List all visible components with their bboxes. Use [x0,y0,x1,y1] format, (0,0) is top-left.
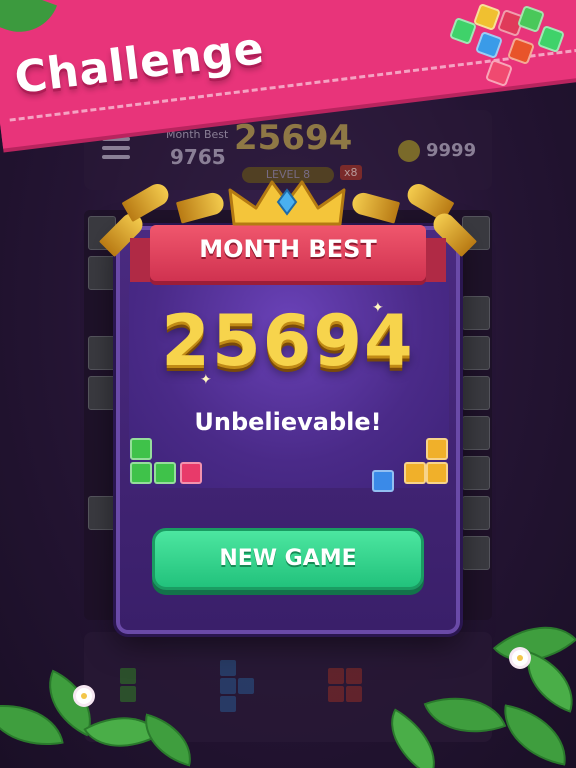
gem-icon [130,438,152,460]
board-cell [88,336,116,370]
gem-icon [154,462,176,484]
gem-icon [426,462,448,484]
sparkle-icon: ✦ [200,372,212,388]
new-game-button[interactable]: NEW GAME [152,528,424,590]
hud-month-best-value: 9765 [170,145,226,169]
leaf-icon [496,704,574,766]
month-best-score: 25694 [161,300,415,382]
board-cell [462,416,490,450]
hud-coins: 9999 [426,140,477,161]
dialog-title: MONTH BEST [199,235,377,263]
crown-icon [228,180,346,226]
board-cell [462,376,490,410]
hud-score: 25694 [234,118,353,158]
board-cell [462,336,490,370]
board-cell [88,376,116,410]
board-cell [88,256,116,290]
menu-icon[interactable] [102,137,130,161]
tray-piece-red[interactable] [328,686,344,702]
board-cell [462,296,490,330]
tray-piece-blue[interactable] [238,678,254,694]
tray-piece-blue[interactable] [220,678,236,694]
tray-piece-blue[interactable] [220,660,236,676]
gem-icon [180,462,202,484]
flower-icon [512,650,528,666]
coin-icon [398,140,420,162]
dialog-subtitle: Unbelievable! [194,408,382,436]
board-cell [462,496,490,530]
tray-piece-red[interactable] [346,686,362,702]
sparkle-icon: ✦ [372,300,384,316]
board-cell [462,536,490,570]
tray-piece-red[interactable] [346,668,362,684]
board-cell [462,456,490,490]
gem-icon [372,470,394,492]
tray-piece-green[interactable] [120,686,136,702]
board-cell [88,496,116,530]
gem-icon [426,438,448,460]
tray-piece-green[interactable] [120,668,136,684]
tray-piece-blue[interactable] [220,696,236,712]
flower-icon [76,688,92,704]
gem-icon [404,462,426,484]
gem-icon [130,462,152,484]
hud-month-best-label: Month Best [166,128,229,141]
tray-piece-red[interactable] [328,668,344,684]
